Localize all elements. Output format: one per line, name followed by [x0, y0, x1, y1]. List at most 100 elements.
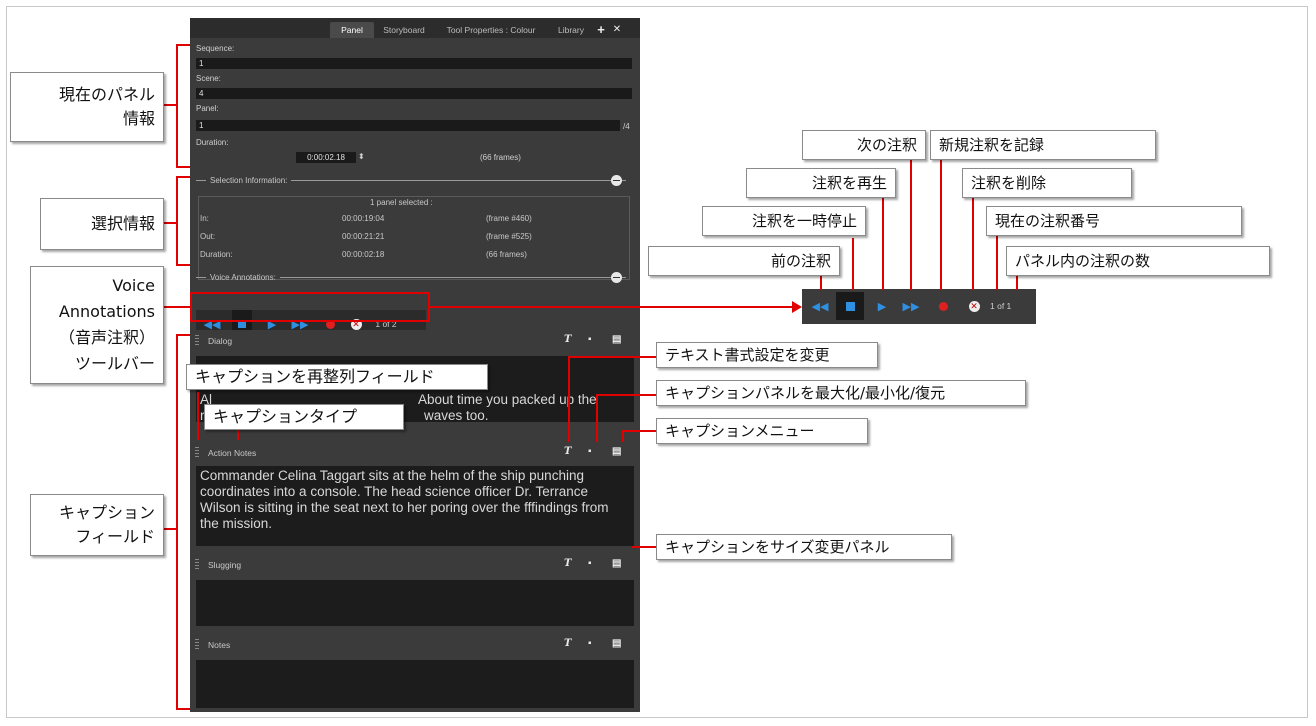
caption-header: Action Notes T ▪ ▤ — [190, 442, 640, 464]
text-format-icon[interactable]: T — [564, 638, 571, 649]
bracket-line — [164, 528, 178, 530]
reorder-handle-icon[interactable] — [195, 447, 199, 459]
pointer-line — [632, 546, 656, 548]
caption-text-area[interactable] — [196, 660, 634, 708]
selection-box — [198, 196, 630, 280]
next-annotation-icon[interactable]: ▶▶ — [900, 292, 922, 320]
callout-text: キャプション — [58, 503, 155, 522]
callout-prev-annotation: 前の注釈 — [648, 246, 840, 276]
pointer-line — [972, 196, 974, 290]
tab-tool-properties[interactable]: Tool Properties : Colour — [434, 22, 548, 38]
callout-text: 情報 — [122, 109, 155, 128]
callout-caption-fields: キャプション フィールド — [30, 494, 164, 556]
pointer-line — [852, 238, 854, 290]
caption-action-notes: Action Notes T ▪ ▤ Commander Celina Tagg… — [190, 442, 640, 554]
maximize-icon[interactable]: ▪ — [588, 334, 592, 345]
panel-field[interactable]: 1 — [196, 120, 620, 131]
bracket-line — [176, 176, 178, 266]
selection-count: 1 panel selected : — [370, 198, 433, 207]
voice-title: Voice Annotations: — [210, 272, 276, 282]
callout-voice-toolbar: Voice Annotations （音声注釈） ツールバー — [30, 266, 164, 384]
caption-type-label: Dialog — [208, 336, 233, 346]
bracket-line — [176, 176, 190, 178]
text-format-icon[interactable]: T — [564, 558, 571, 569]
duration-spinner-icon[interactable]: ⬍ — [358, 152, 365, 161]
duration-field[interactable]: 0:00:02.18 — [296, 152, 356, 163]
caption-menu-icon[interactable]: ▤ — [612, 638, 621, 649]
sel-duration-frames: (66 frames) — [486, 250, 527, 259]
dialog-text-right2: waves too. — [424, 408, 489, 423]
callout-record-annotation: 新規注釈を記録 — [930, 130, 1156, 160]
tab-panel[interactable]: Panel — [330, 22, 374, 38]
sel-in-time: 00:00:19:04 — [342, 214, 385, 223]
collapse-voice-icon[interactable] — [611, 272, 622, 283]
duration-frames: (66 frames) — [480, 153, 521, 162]
sequence-field[interactable]: 1 — [196, 58, 632, 69]
callout-text: フィールド — [75, 527, 155, 546]
annotation-counter: 1 of 1 — [990, 301, 1012, 311]
tab-bar: Panel Storyboard Tool Properties : Colou… — [190, 18, 640, 38]
caption-type-label: Action Notes — [208, 448, 257, 458]
callout-current-annotation-number: 現在の注釈番号 — [986, 206, 1242, 236]
previous-annotation-icon[interactable]: ◀◀ — [810, 292, 830, 320]
callout-resize-panel: キャプションをサイズ変更パネル — [656, 534, 952, 560]
collapse-selection-icon[interactable] — [611, 175, 622, 186]
maximize-icon[interactable]: ▪ — [588, 558, 592, 569]
add-tab-icon[interactable]: + — [594, 22, 608, 38]
reorder-handle-icon[interactable] — [195, 639, 199, 651]
tab-library[interactable]: Library — [550, 22, 592, 38]
panel-label: Panel: — [196, 104, 219, 113]
maximize-icon[interactable]: ▪ — [588, 638, 592, 649]
callout-text: 現在のパネル — [58, 85, 155, 104]
arrowhead — [792, 301, 802, 313]
pointer-line — [596, 394, 598, 442]
sel-out-label: Out: — [200, 232, 216, 241]
caption-text-area[interactable] — [196, 580, 634, 626]
bracket-line — [176, 334, 178, 710]
text-format-icon[interactable]: T — [564, 334, 571, 345]
sequence-label: Sequence: — [196, 44, 235, 53]
tab-storyboard[interactable]: Storyboard — [376, 22, 432, 38]
pointer-line — [882, 196, 884, 290]
callout-next-annotation: 次の注釈 — [802, 130, 926, 160]
bracket-line — [176, 264, 190, 266]
callout-text: Annotations — [58, 302, 155, 321]
callout-text-format: テキスト書式設定を変更 — [656, 342, 878, 368]
bracket-line — [164, 306, 190, 308]
caption-type-label: Notes — [208, 640, 231, 650]
sel-duration-label: Duration: — [200, 250, 233, 259]
pointer-line — [910, 160, 912, 290]
caption-text-area[interactable]: Commander Celina Taggart sits at the hel… — [196, 466, 634, 546]
callout-reorder-field: キャプションを再整列フィールド — [186, 364, 488, 390]
caption-menu-icon[interactable]: ▤ — [612, 558, 621, 569]
pointer-line — [568, 356, 570, 442]
text-format-icon[interactable]: T — [564, 446, 571, 457]
bracket-line — [176, 44, 190, 46]
caption-header: Dialog T ▪ ▤ — [190, 330, 640, 352]
panel-total: /4 — [623, 122, 630, 131]
caption-menu-icon[interactable]: ▤ — [612, 446, 621, 457]
caption-slugging: Slugging T ▪ ▤ — [190, 554, 640, 630]
pause-annotation-icon[interactable] — [836, 292, 864, 320]
delete-annotation-icon[interactable]: ✕ — [966, 292, 982, 320]
callout-current-panel-info: 現在のパネル 情報 — [10, 72, 164, 142]
reorder-handle-icon[interactable] — [195, 559, 199, 571]
callout-text: ツールバー — [74, 354, 155, 373]
close-icon[interactable]: ✕ — [610, 22, 624, 38]
callout-text: （音声注釈） — [58, 328, 155, 347]
pointer-line — [996, 232, 998, 290]
maximize-icon[interactable]: ▪ — [588, 446, 592, 457]
callout-pause-annotation: 注釈を一時停止 — [702, 206, 866, 236]
caption-header: Slugging T ▪ ▤ — [190, 554, 640, 576]
duration-label: Duration: — [196, 138, 229, 147]
caption-menu-icon[interactable]: ▤ — [612, 334, 621, 345]
play-annotation-icon[interactable]: ▶ — [872, 292, 892, 320]
reorder-handle-icon[interactable] — [195, 335, 199, 347]
pointer-line — [596, 394, 656, 396]
caption-type-label: Slugging — [208, 560, 242, 570]
caption-header: Notes T ▪ ▤ — [190, 634, 640, 656]
pointer-line — [622, 430, 656, 432]
scene-label: Scene: — [196, 74, 221, 83]
scene-field[interactable]: 4 — [196, 88, 632, 99]
record-annotation-icon[interactable] — [934, 292, 952, 320]
